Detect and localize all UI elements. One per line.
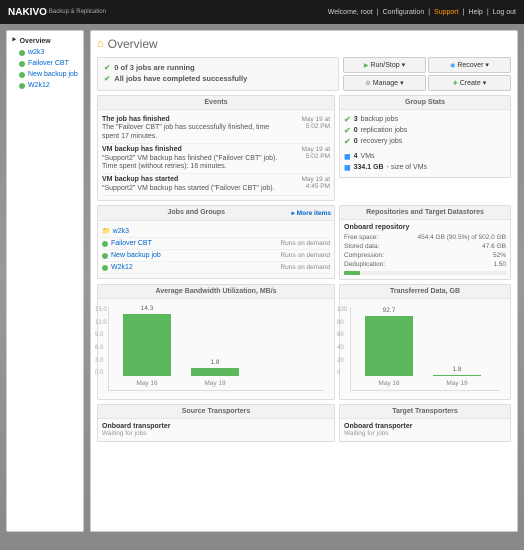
source-trans-name[interactable]: Onboard transporter — [102, 423, 170, 430]
transferred-chart-card: Transferred Data, GB 10080604020092.7May… — [339, 284, 511, 400]
repo-stat-row: Compression:52% — [344, 251, 506, 260]
status-dot-icon — [19, 61, 25, 67]
nav-support[interactable]: Support — [434, 9, 459, 16]
chart-bar: 1.8May 19 — [433, 375, 481, 376]
check-icon: ✔ — [344, 115, 351, 124]
job-row[interactable]: New backup jobRuns on demand — [102, 250, 330, 262]
action-buttons: Run/Stop ▾ Recover ▾ Manage ▾ Create ▾ — [343, 57, 511, 91]
sidebar: ⯈ Overview w2k3Failover CBTNew backup jo… — [6, 30, 84, 532]
repos-card: Repositories and Target Datastores Onboa… — [339, 205, 511, 280]
title-text: Overview — [108, 37, 158, 51]
status-dot-icon — [19, 83, 25, 89]
chart-bar: 92.7May 16 — [365, 316, 413, 376]
jobs-card: Jobs and Groups▸ More items 📁 w2k3 Failo… — [97, 205, 335, 279]
target-transporters-card: Target Transporters Onboard transporterW… — [339, 404, 511, 442]
create-button[interactable]: Create ▾ — [428, 75, 511, 91]
chart-bar: 14.3May 16 — [123, 314, 171, 376]
footer-copyright: © 2014 NAKIVO, Inc. All rights reserved — [410, 542, 516, 548]
event-row: VM backup has finished"Support2" VM back… — [102, 144, 330, 174]
check-icon: ✔ — [344, 137, 351, 146]
source-trans-title: Source Transporters — [98, 405, 334, 419]
brand-logo: NAKIVO — [8, 7, 47, 18]
events-card: Events The job has finishedThe "Failover… — [97, 95, 335, 201]
repos-title: Repositories and Target Datastores — [340, 206, 510, 220]
source-trans-status: Waiting for jobs — [102, 430, 330, 437]
group-stats-card: Group Stats ✔3backup jobs ✔0replication … — [339, 95, 511, 178]
status-running: 0 of 3 jobs are running — [114, 63, 194, 72]
disk-icon: ◼ — [344, 163, 351, 172]
repo-name[interactable]: Onboard repository — [344, 224, 506, 231]
sidebar-overview[interactable]: ⯈ Overview — [11, 35, 79, 47]
sidebar-item[interactable]: Failover CBT — [11, 58, 79, 69]
sidebar-item[interactable]: New backup job — [11, 69, 79, 80]
sidebar-root-label: Overview — [20, 38, 51, 45]
repo-stat-row: Free space:454.4 GB (90.5%) of 502.0 GB — [344, 233, 506, 242]
bandwidth-title: Average Bandwidth Utilization, MB/s — [98, 285, 334, 299]
bandwidth-chart-card: Average Bandwidth Utilization, MB/s 15.0… — [97, 284, 335, 400]
home-icon: ⌂ — [97, 38, 104, 50]
job-row[interactable]: W2k12Runs on demand — [102, 262, 330, 274]
recover-button[interactable]: Recover ▾ — [428, 57, 511, 73]
job-row[interactable]: 📁 w2k3 — [102, 225, 330, 238]
check-icon: ✔ — [344, 126, 351, 135]
check-icon: ✔ — [104, 63, 110, 72]
job-row[interactable]: Failover CBTRuns on demand — [102, 238, 330, 250]
transferred-title: Transferred Data, GB — [340, 285, 510, 299]
target-trans-name[interactable]: Onboard transporter — [344, 423, 412, 430]
sidebar-item[interactable]: W2k12 — [11, 80, 79, 91]
source-transporters-card: Source Transporters Onboard transporterW… — [97, 404, 335, 442]
welcome-text: Welcome, root — [328, 9, 373, 16]
run-stop-button[interactable]: Run/Stop ▾ — [343, 57, 426, 73]
repo-usage-bar — [344, 271, 506, 275]
main-panel: ⌂ Overview ✔ 0 of 3 jobs are running ✔ All… — [90, 30, 518, 532]
nav-help[interactable]: Help — [468, 9, 482, 16]
target-trans-title: Target Transporters — [340, 405, 510, 419]
brand-subtitle: Backup & Replication — [49, 9, 106, 15]
target-trans-status: Waiting for jobs — [344, 430, 506, 437]
status-dot-icon — [19, 50, 25, 56]
shell: ⯈ Overview w2k3Failover CBTNew backup jo… — [0, 24, 524, 538]
group-stats-title: Group Stats — [340, 96, 510, 110]
cube-icon: ◼ — [344, 152, 351, 161]
repo-stat-row: Stored data:47.6 GB — [344, 242, 506, 251]
event-row: VM backup has started"Support2" VM backu… — [102, 174, 330, 196]
top-links: Welcome, root| Configuration| Support| H… — [328, 9, 516, 16]
nav-configuration[interactable]: Configuration — [383, 9, 425, 16]
nav-logout[interactable]: Log out — [493, 9, 516, 16]
status-box: ✔ 0 of 3 jobs are running ✔ All jobs have … — [97, 57, 339, 91]
jobs-title: Jobs and Groups▸ More items — [98, 206, 334, 221]
topbar: NAKIVO Backup & Replication Welcome, roo… — [0, 0, 524, 24]
more-items-link[interactable]: ▸ More items — [292, 209, 331, 217]
check-icon: ✔ — [104, 74, 110, 83]
status-success: All jobs have completed successfully — [114, 74, 247, 83]
manage-button[interactable]: Manage ▾ — [343, 75, 426, 91]
status-dot-icon — [19, 72, 25, 78]
repo-stat-row: Deduplication:1.50 — [344, 260, 506, 269]
sidebar-item[interactable]: w2k3 — [11, 47, 79, 58]
page-title: ⌂ Overview — [97, 37, 511, 51]
chart-bar: 1.8May 19 — [191, 368, 239, 376]
event-row: The job has finishedThe "Failover CBT" j… — [102, 114, 330, 144]
events-title: Events — [98, 96, 334, 110]
home-icon: ⯈ — [11, 37, 17, 45]
